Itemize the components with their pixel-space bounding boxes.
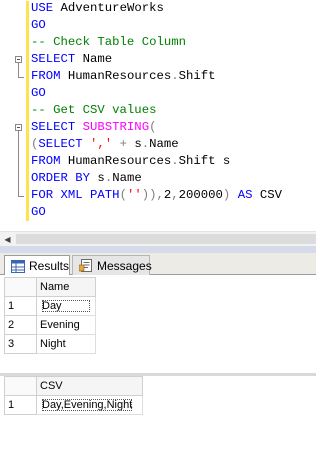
table-row[interactable]: 1 Day (4, 296, 96, 316)
code-token: . (171, 154, 179, 168)
row-number[interactable]: 1 (4, 296, 37, 316)
code-token: GO (31, 86, 46, 100)
results-grid-names[interactable]: Name 1 Day 2 Evening 3 Night (4, 277, 96, 354)
code-token: CSV (259, 188, 282, 202)
code-line[interactable]: ORDER BY s.Name (31, 170, 282, 187)
code-token: '' (126, 188, 142, 202)
code-token: HumanResources (67, 154, 172, 168)
code-token: AS (237, 188, 260, 202)
grid-cell[interactable]: Day,Evening,Night (36, 395, 143, 415)
tab-results-label: Results (29, 259, 70, 273)
column-header-csv[interactable]: CSV (36, 376, 143, 396)
table-row[interactable]: 3 Night (4, 334, 96, 354)
grid-cell[interactable]: Evening (36, 315, 96, 335)
outline-end (18, 77, 24, 78)
code-token: -- Check Table Column (31, 35, 186, 49)
code-line[interactable]: FROM HumanResources.Shift s (31, 153, 282, 170)
row-number[interactable]: 2 (4, 315, 37, 335)
code-line[interactable]: FOR XML PATH('')),2,200000) AS CSV (31, 187, 282, 204)
code-token: ) (222, 188, 238, 202)
code-line[interactable]: FROM HumanResources.Shift (31, 68, 282, 85)
code-token: GO (31, 18, 46, 32)
messages-icon (78, 259, 93, 272)
grid-cell[interactable]: Night (36, 334, 96, 354)
column-header-name[interactable]: Name (36, 277, 96, 297)
sql-code[interactable]: USE AdventureWorks GO -- Check Table Colum… (31, 0, 282, 221)
code-token: , (171, 188, 179, 202)
code-token: SELECT (31, 52, 83, 66)
row-header-corner[interactable] (4, 277, 37, 297)
code-line[interactable]: USE AdventureWorks (31, 0, 282, 17)
code-token: HumanResources (67, 69, 172, 83)
code-token: ',' (90, 137, 113, 151)
code-token: SUBSTRING (82, 120, 150, 134)
results-grid-icon (11, 259, 25, 273)
code-line[interactable]: GO (31, 17, 282, 34)
results-grid-csv[interactable]: CSV 1 Day,Evening,Night (4, 376, 143, 415)
tab-results[interactable]: Results (4, 255, 70, 276)
code-token: Name (112, 171, 142, 185)
code-line[interactable]: GO (31, 85, 282, 102)
grid-header-row: CSV (4, 376, 143, 396)
code-token: ORDER BY (31, 171, 98, 185)
tab-messages[interactable]: Messages (72, 255, 152, 275)
code-token: . (171, 69, 179, 83)
cell-value: Day,Evening,Night (42, 399, 133, 411)
grid-cell[interactable]: Day (36, 296, 96, 316)
pane-splitter[interactable] (0, 246, 316, 253)
code-token: Shift s (178, 154, 231, 168)
collapse-block-icon[interactable] (15, 56, 22, 63)
code-token: Name (82, 52, 113, 66)
code-token: SELECT (38, 137, 91, 151)
code-token: USE (31, 1, 61, 15)
code-token: -- Get CSV values (31, 103, 157, 117)
collapse-block-icon[interactable] (15, 124, 22, 131)
code-line[interactable]: -- Check Table Column (31, 34, 282, 51)
editor-horizontal-scrollbar[interactable]: ◀ (0, 231, 316, 246)
results-tabstrip: Results Messages (0, 253, 316, 276)
scrollbar-thumb[interactable] (16, 234, 316, 244)
code-line[interactable]: -- Get CSV values (31, 102, 282, 119)
code-line[interactable]: GO (31, 204, 282, 221)
code-token: s (134, 137, 142, 151)
table-row[interactable]: 2 Evening (4, 315, 96, 335)
code-token: AdventureWorks (60, 1, 164, 15)
grid-header-row: Name (4, 277, 96, 297)
code-token: SELECT (31, 120, 83, 134)
code-token: FROM (31, 69, 68, 83)
outline-line (18, 63, 19, 77)
row-header-corner[interactable] (4, 376, 37, 396)
tab-messages-label: Messages (97, 258, 152, 273)
scroll-left-icon[interactable]: ◀ (0, 232, 15, 246)
row-number[interactable]: 1 (4, 395, 37, 415)
editor-margin (0, 0, 17, 231)
code-token: FOR XML PATH (31, 188, 120, 202)
code-token: s (97, 171, 105, 185)
code-token: 200000 (178, 188, 223, 202)
code-token: ( (119, 188, 127, 202)
outline-end (18, 196, 24, 197)
code-token: GO (31, 205, 46, 219)
row-number[interactable]: 3 (4, 334, 37, 354)
code-token: . (141, 137, 150, 151)
change-tracking-bar (26, 1, 29, 221)
code-token: + (112, 137, 135, 151)
results-pane: Name 1 Day 2 Evening 3 Night CSV 1 Day,E… (0, 275, 316, 470)
code-line[interactable]: SELECT SUBSTRING( (31, 119, 282, 136)
code-token: FROM (31, 154, 68, 168)
outline-line (18, 131, 19, 196)
code-token: Name (149, 137, 179, 151)
code-line[interactable]: SELECT Name (31, 51, 282, 68)
code-line[interactable]: (SELECT ',' + s.Name (31, 136, 282, 153)
table-row[interactable]: 1 Day,Evening,Night (4, 395, 143, 415)
query-editor[interactable]: USE AdventureWorks GO -- Check Table Colum… (0, 0, 316, 231)
cell-value: Day (40, 298, 92, 314)
code-token: Shift (178, 69, 216, 83)
code-token: ( (149, 120, 157, 134)
code-token: )), (141, 188, 164, 202)
